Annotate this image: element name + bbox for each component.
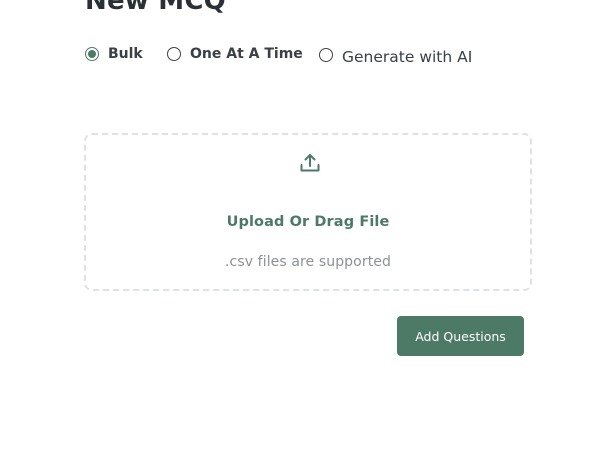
upload-title: Upload Or Drag File [226,214,390,230]
radio-option-bulk[interactable]: Bulk [85,46,143,62]
page-title: New MCQ [85,0,226,16]
radio-unselected-icon[interactable] [167,47,181,61]
upload-hint: .csv files are supported [225,254,391,270]
new-mcq-page: New MCQ Bulk One At A Time Generate with… [0,0,592,450]
radio-label-bulk: Bulk [108,46,143,62]
add-questions-button[interactable]: Add Questions [397,316,524,356]
radio-label-one-at-a-time: One At A Time [190,46,303,62]
upload-icon [300,154,320,172]
radio-option-one-at-a-time[interactable]: One At A Time [167,46,303,62]
file-dropzone[interactable]: Upload Or Drag File .csv files are suppo… [84,133,532,291]
radio-selected-icon[interactable] [85,47,99,61]
radio-label-generate-with-ai: Generate with AI [342,48,473,66]
radio-option-generate-with-ai[interactable]: Generate with AI [319,46,473,66]
radio-unselected-icon[interactable] [319,48,333,62]
